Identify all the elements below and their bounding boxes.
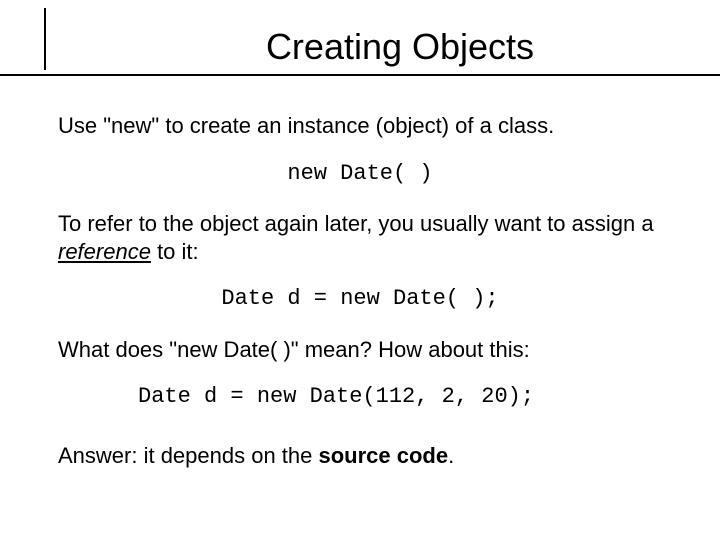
paragraph-2-text-b: to it: <box>151 239 199 264</box>
answer-bold: source code <box>319 443 449 468</box>
answer-text-c: . <box>448 443 454 468</box>
slide-body: Use "new" to create an instance (object)… <box>0 84 720 469</box>
paragraph-2: To refer to the object again later, you … <box>58 210 662 265</box>
paragraph-2-text-a: To refer to the object again later, you … <box>58 211 654 236</box>
code-line-1: new Date( ) <box>58 160 662 189</box>
code-line-2: Date d = new Date( ); <box>58 285 662 314</box>
slide-title: Creating Objects <box>40 26 680 68</box>
slide: Creating Objects Use "new" to create an … <box>0 0 720 540</box>
answer-line: Answer: it depends on the source code. <box>58 442 662 470</box>
paragraph-2-reference-word: reference <box>58 239 151 264</box>
title-area: Creating Objects <box>40 0 680 84</box>
paragraph-3: What does "new Date( )" mean? How about … <box>58 336 662 364</box>
title-underline <box>0 74 720 76</box>
paragraph-1: Use "new" to create an instance (object)… <box>58 112 662 140</box>
title-tick-mark <box>44 8 46 70</box>
code-line-3: Date d = new Date(112, 2, 20); <box>138 383 662 412</box>
answer-text-a: Answer: it depends on the <box>58 443 319 468</box>
